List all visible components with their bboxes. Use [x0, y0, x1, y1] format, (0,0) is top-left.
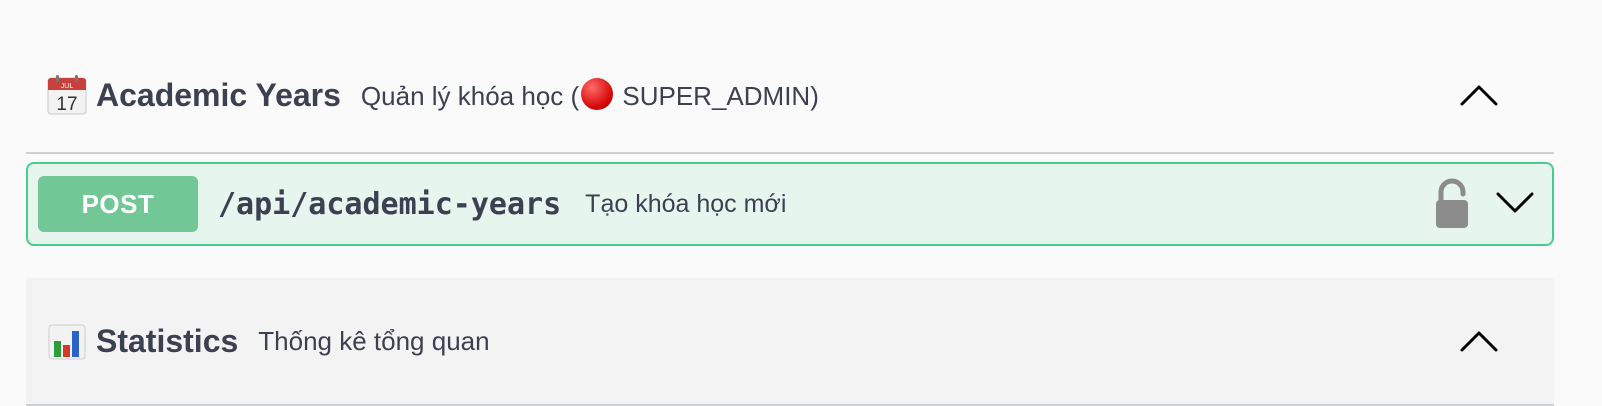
chevron-up-icon[interactable] [1456, 318, 1502, 364]
tag-title: Statistics [96, 322, 239, 359]
calendar-month: JUL [61, 83, 74, 90]
operation-path: /api/academic-years [218, 186, 562, 222]
red-circle-icon [581, 78, 614, 110]
calendar-day: 17 [56, 94, 77, 115]
unlocked-lock-icon[interactable] [1432, 178, 1472, 230]
tag-description-suffix: SUPER_ADMIN) [615, 81, 819, 111]
chevron-up-icon[interactable] [1456, 72, 1502, 118]
bar-chart-icon [46, 320, 88, 362]
tag-statistics-header[interactable]: Statistics Thống kê tổng quan [26, 278, 1554, 406]
calendar-icon: JUL 17 [46, 74, 88, 116]
tag-description: Thống kê tổng quan [258, 325, 490, 356]
tag-title: Academic Years [96, 76, 341, 113]
tag-description-prefix: Quản lý khóa học ( [360, 81, 580, 111]
tag-academic-years-header[interactable]: JUL 17 Academic Years Quản lý khóa học (… [26, 38, 1554, 154]
operation-post-academic-years[interactable]: POST /api/academic-years Tạo khóa học mớ… [26, 162, 1554, 246]
swagger-operations: JUL 17 Academic Years Quản lý khóa học (… [0, 0, 1602, 406]
operation-summary: Tạo khóa học mới [585, 189, 787, 218]
method-badge: POST [38, 176, 198, 232]
tag-description: Quản lý khóa học ( SUPER_ADMIN) [361, 78, 819, 112]
chevron-down-icon[interactable] [1492, 180, 1538, 226]
